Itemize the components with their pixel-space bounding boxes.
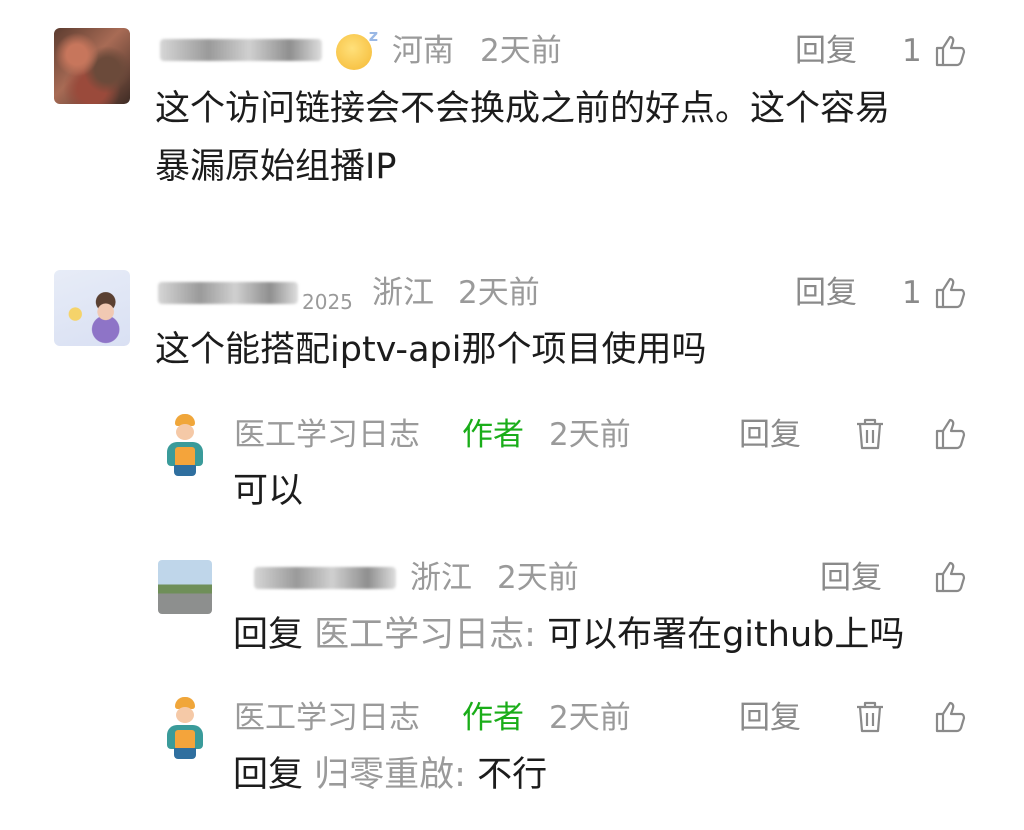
thumbs-up-icon[interactable] xyxy=(933,33,969,69)
reply-text: 不行 xyxy=(477,755,548,795)
reply-time: 2天前 xyxy=(549,700,631,736)
author-badge: 作者 xyxy=(462,700,524,736)
thumbs-up-icon[interactable] xyxy=(933,416,969,452)
avatar[interactable] xyxy=(54,28,130,104)
comment-text-continued: 暴漏原始组播IP xyxy=(155,147,397,187)
reply-button[interactable]: 回复 xyxy=(820,563,882,594)
username-suffix: 2025 xyxy=(302,290,353,314)
reply-button[interactable]: 回复 xyxy=(739,420,801,451)
reply-time: 2天前 xyxy=(549,417,631,453)
reply-button[interactable]: 回复 xyxy=(795,278,857,309)
reply-time: 2天前 xyxy=(497,560,579,596)
thumbs-up-icon[interactable] xyxy=(933,699,969,735)
reply-text: 可以布署在github上吗 xyxy=(547,615,905,655)
comment-section: 河南 2天前 回复 1 这个访问链接会不会换成之前的好点。这个容易 暴漏原始组播… xyxy=(0,0,1024,830)
avatar[interactable] xyxy=(54,270,130,346)
avatar[interactable] xyxy=(158,560,212,614)
comment-text: 这个能搭配iptv-api那个项目使用吗 xyxy=(155,330,707,370)
reply-text: 可以 xyxy=(233,471,304,511)
blurred-username[interactable] xyxy=(158,282,298,304)
reply-text-line: 回复 归零重啟: 不行 xyxy=(233,742,547,808)
reply-author-name[interactable]: 医工学习日志 xyxy=(234,703,420,734)
like-count: 1 xyxy=(902,275,922,311)
blurred-username[interactable] xyxy=(254,567,396,589)
reply-target[interactable]: 归零重啟: xyxy=(314,755,466,795)
comment-location: 河南 xyxy=(392,33,454,69)
blurred-username[interactable] xyxy=(160,39,322,61)
author-avatar[interactable] xyxy=(163,414,207,476)
author-avatar[interactable] xyxy=(163,697,207,759)
reply-target[interactable]: 医工学习日志: xyxy=(314,615,536,655)
comment-text: 这个访问链接会不会换成之前的好点。这个容易 xyxy=(155,89,891,129)
reply-author-name[interactable]: 医工学习日志 xyxy=(234,420,420,451)
thumbs-up-icon[interactable] xyxy=(933,559,969,595)
reply-location: 浙江 xyxy=(410,560,472,596)
comment-time: 2天前 xyxy=(458,275,540,311)
trash-icon[interactable] xyxy=(852,699,888,735)
reply-button[interactable]: 回复 xyxy=(795,36,857,67)
comment-time: 2天前 xyxy=(480,33,562,69)
reply-button[interactable]: 回复 xyxy=(739,703,801,734)
author-badge: 作者 xyxy=(462,417,524,453)
trash-icon[interactable] xyxy=(852,416,888,452)
reply-prefix: 回复 xyxy=(233,755,304,795)
thumbs-up-icon[interactable] xyxy=(933,275,969,311)
like-count: 1 xyxy=(902,33,922,69)
comment-location: 浙江 xyxy=(372,275,434,311)
reply-text-line: 回复 医工学习日志: 可以布署在github上吗 xyxy=(233,602,904,668)
sleeping-emoji-icon xyxy=(336,26,378,70)
reply-prefix: 回复 xyxy=(233,615,304,655)
